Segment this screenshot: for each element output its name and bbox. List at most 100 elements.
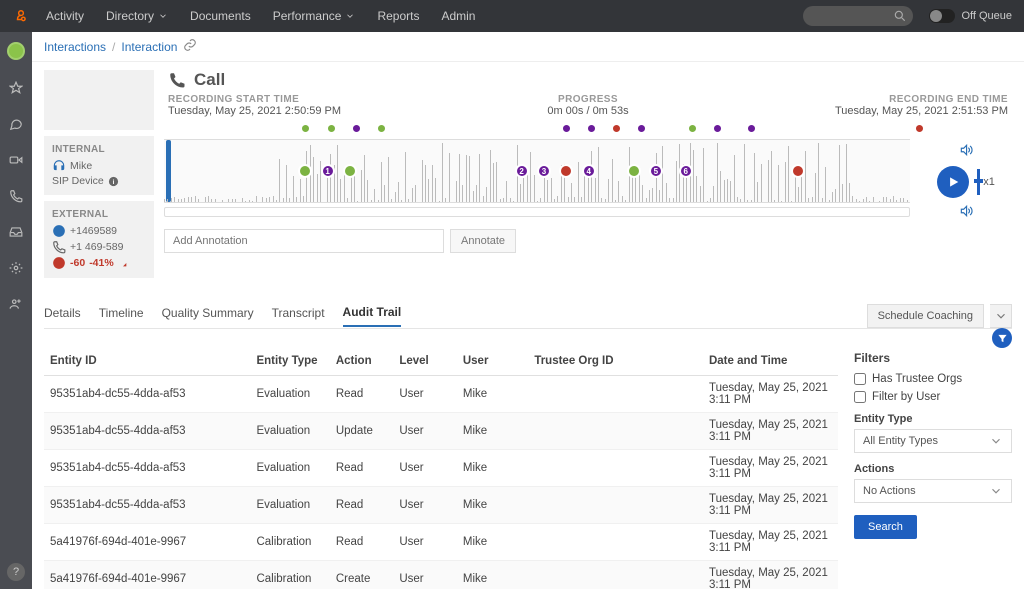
timeline-marker[interactable] [916, 125, 923, 132]
waveform-marker[interactable] [559, 164, 573, 178]
has-trustee-checkbox[interactable]: Has Trustee Orgs [854, 373, 1012, 385]
inbox-icon[interactable] [8, 224, 24, 240]
info-icon[interactable]: i [108, 176, 119, 187]
column-header[interactable]: Date and Time [703, 347, 838, 376]
cell-level: User [393, 450, 457, 487]
schedule-coaching-button[interactable]: Schedule Coaching [867, 304, 984, 328]
tab-details[interactable]: Details [44, 306, 81, 326]
cell-action: Read [330, 524, 394, 561]
speaker-bottom-icon[interactable] [959, 204, 973, 221]
table-row[interactable]: 95351ab4-dc55-4dda-af53EvaluationReadUse… [44, 376, 838, 413]
actions-select[interactable]: No Actions [854, 479, 1012, 503]
waveform-marker[interactable] [791, 164, 805, 178]
waveform-marker[interactable]: 5 [649, 164, 663, 178]
timeline-marker[interactable] [588, 125, 595, 132]
help-button[interactable]: ? [7, 563, 25, 581]
nav-item-reports[interactable]: Reports [377, 9, 419, 23]
sentiment-pct: -41% [89, 257, 114, 269]
cell-type: Evaluation [250, 376, 329, 413]
cell-user: Mike [457, 376, 528, 413]
waveform-marker[interactable]: 4 [582, 164, 596, 178]
cell-org [528, 413, 703, 450]
schedule-coaching-dropdown[interactable] [990, 304, 1012, 328]
global-search[interactable] [803, 6, 913, 26]
people-icon[interactable] [8, 296, 24, 312]
nav-item-directory[interactable]: Directory [106, 9, 168, 23]
filter-toggle-button[interactable] [992, 328, 1012, 348]
chat-icon[interactable] [8, 116, 24, 132]
annotation-input[interactable] [164, 229, 444, 253]
queue-label: Off Queue [961, 10, 1012, 22]
timeline-marker[interactable] [302, 125, 309, 132]
timeline-marker[interactable] [748, 125, 755, 132]
cell-dt: Tuesday, May 25, 2021 3:11 PM [703, 413, 838, 450]
timeline-marker[interactable] [714, 125, 721, 132]
chevron-down-icon [989, 434, 1003, 448]
play-button[interactable] [937, 166, 969, 198]
breadcrumb-root[interactable]: Interactions [44, 40, 106, 54]
user-avatar[interactable] [7, 42, 25, 60]
table-row[interactable]: 95351ab4-dc55-4dda-af53EvaluationReadUse… [44, 487, 838, 524]
timeline-marker[interactable] [328, 125, 335, 132]
table-row[interactable]: 5a41976f-694d-401e-9967CalibrationReadUs… [44, 524, 838, 561]
nav-item-documents[interactable]: Documents [190, 9, 251, 23]
cell-type: Evaluation [250, 413, 329, 450]
cell-org [528, 450, 703, 487]
tab-timeline[interactable]: Timeline [99, 306, 144, 326]
search-button[interactable]: Search [854, 515, 917, 539]
annotate-button[interactable]: Annotate [450, 229, 516, 253]
chevron-down-icon [158, 11, 168, 21]
waveform-marker[interactable] [343, 164, 357, 178]
column-header[interactable]: Entity Type [250, 347, 329, 376]
table-row[interactable]: 5a41976f-694d-401e-9967CalibrationCreate… [44, 561, 838, 589]
timeline-marker[interactable] [613, 125, 620, 132]
table-row[interactable]: 95351ab4-dc55-4dda-af53EvaluationUpdateU… [44, 413, 838, 450]
cell-action: Read [330, 487, 394, 524]
nav-item-admin[interactable]: Admin [441, 9, 475, 23]
phone-icon[interactable] [8, 188, 24, 204]
playhead[interactable] [166, 140, 171, 202]
column-header[interactable]: Entity ID [44, 347, 250, 376]
favorites-icon[interactable] [8, 80, 24, 96]
waveform-marker[interactable]: 1 [321, 164, 335, 178]
settings-icon[interactable] [8, 260, 24, 276]
waveform-marker[interactable]: 2 [515, 164, 529, 178]
top-nav: Activity Directory Documents Performance Rep… [0, 0, 1024, 32]
left-rail [0, 32, 32, 589]
entity-type-select[interactable]: All Entity Types [854, 429, 1012, 453]
waveform[interactable]: 123456 [164, 139, 910, 203]
tab-transcript[interactable]: Transcript [272, 306, 325, 326]
video-icon[interactable] [8, 152, 24, 168]
tab-quality-summary[interactable]: Quality Summary [162, 306, 254, 326]
queue-toggle[interactable]: Off Queue [929, 9, 1012, 23]
end-label: RECORDING END TIME [889, 94, 1008, 105]
column-header[interactable]: User [457, 347, 528, 376]
column-header[interactable]: Level [393, 347, 457, 376]
timeline-marker[interactable] [563, 125, 570, 132]
link-icon[interactable] [183, 38, 197, 55]
table-row[interactable]: 95351ab4-dc55-4dda-af53EvaluationReadUse… [44, 450, 838, 487]
waveform-marker[interactable] [627, 164, 641, 178]
speed-control[interactable]: x1 [977, 169, 995, 195]
column-header[interactable]: Action [330, 347, 394, 376]
filter-by-user-checkbox[interactable]: Filter by User [854, 391, 1012, 403]
waveform-marker[interactable]: 3 [537, 164, 551, 178]
timeline-markers[interactable] [168, 123, 1008, 135]
cell-type: Calibration [250, 524, 329, 561]
tab-audit-trail[interactable]: Audit Trail [343, 305, 402, 327]
speed-slider-icon [977, 169, 980, 195]
speaker-top-icon[interactable] [959, 143, 973, 160]
waveform-scrollbar[interactable] [164, 207, 910, 217]
end-value: Tuesday, May 25, 2021 2:51:53 PM [835, 105, 1008, 117]
waveform-marker[interactable]: 6 [679, 164, 693, 178]
nav-item-performance[interactable]: Performance [273, 9, 356, 23]
timeline-marker[interactable] [689, 125, 696, 132]
breadcrumb-page[interactable]: Interaction [121, 40, 177, 54]
nav-item-activity[interactable]: Activity [46, 9, 84, 23]
timeline-marker[interactable] [378, 125, 385, 132]
call-title-text: Call [194, 70, 225, 90]
column-header[interactable]: Trustee Org ID [528, 347, 703, 376]
timeline-marker[interactable] [638, 125, 645, 132]
cell-user: Mike [457, 487, 528, 524]
timeline-marker[interactable] [353, 125, 360, 132]
